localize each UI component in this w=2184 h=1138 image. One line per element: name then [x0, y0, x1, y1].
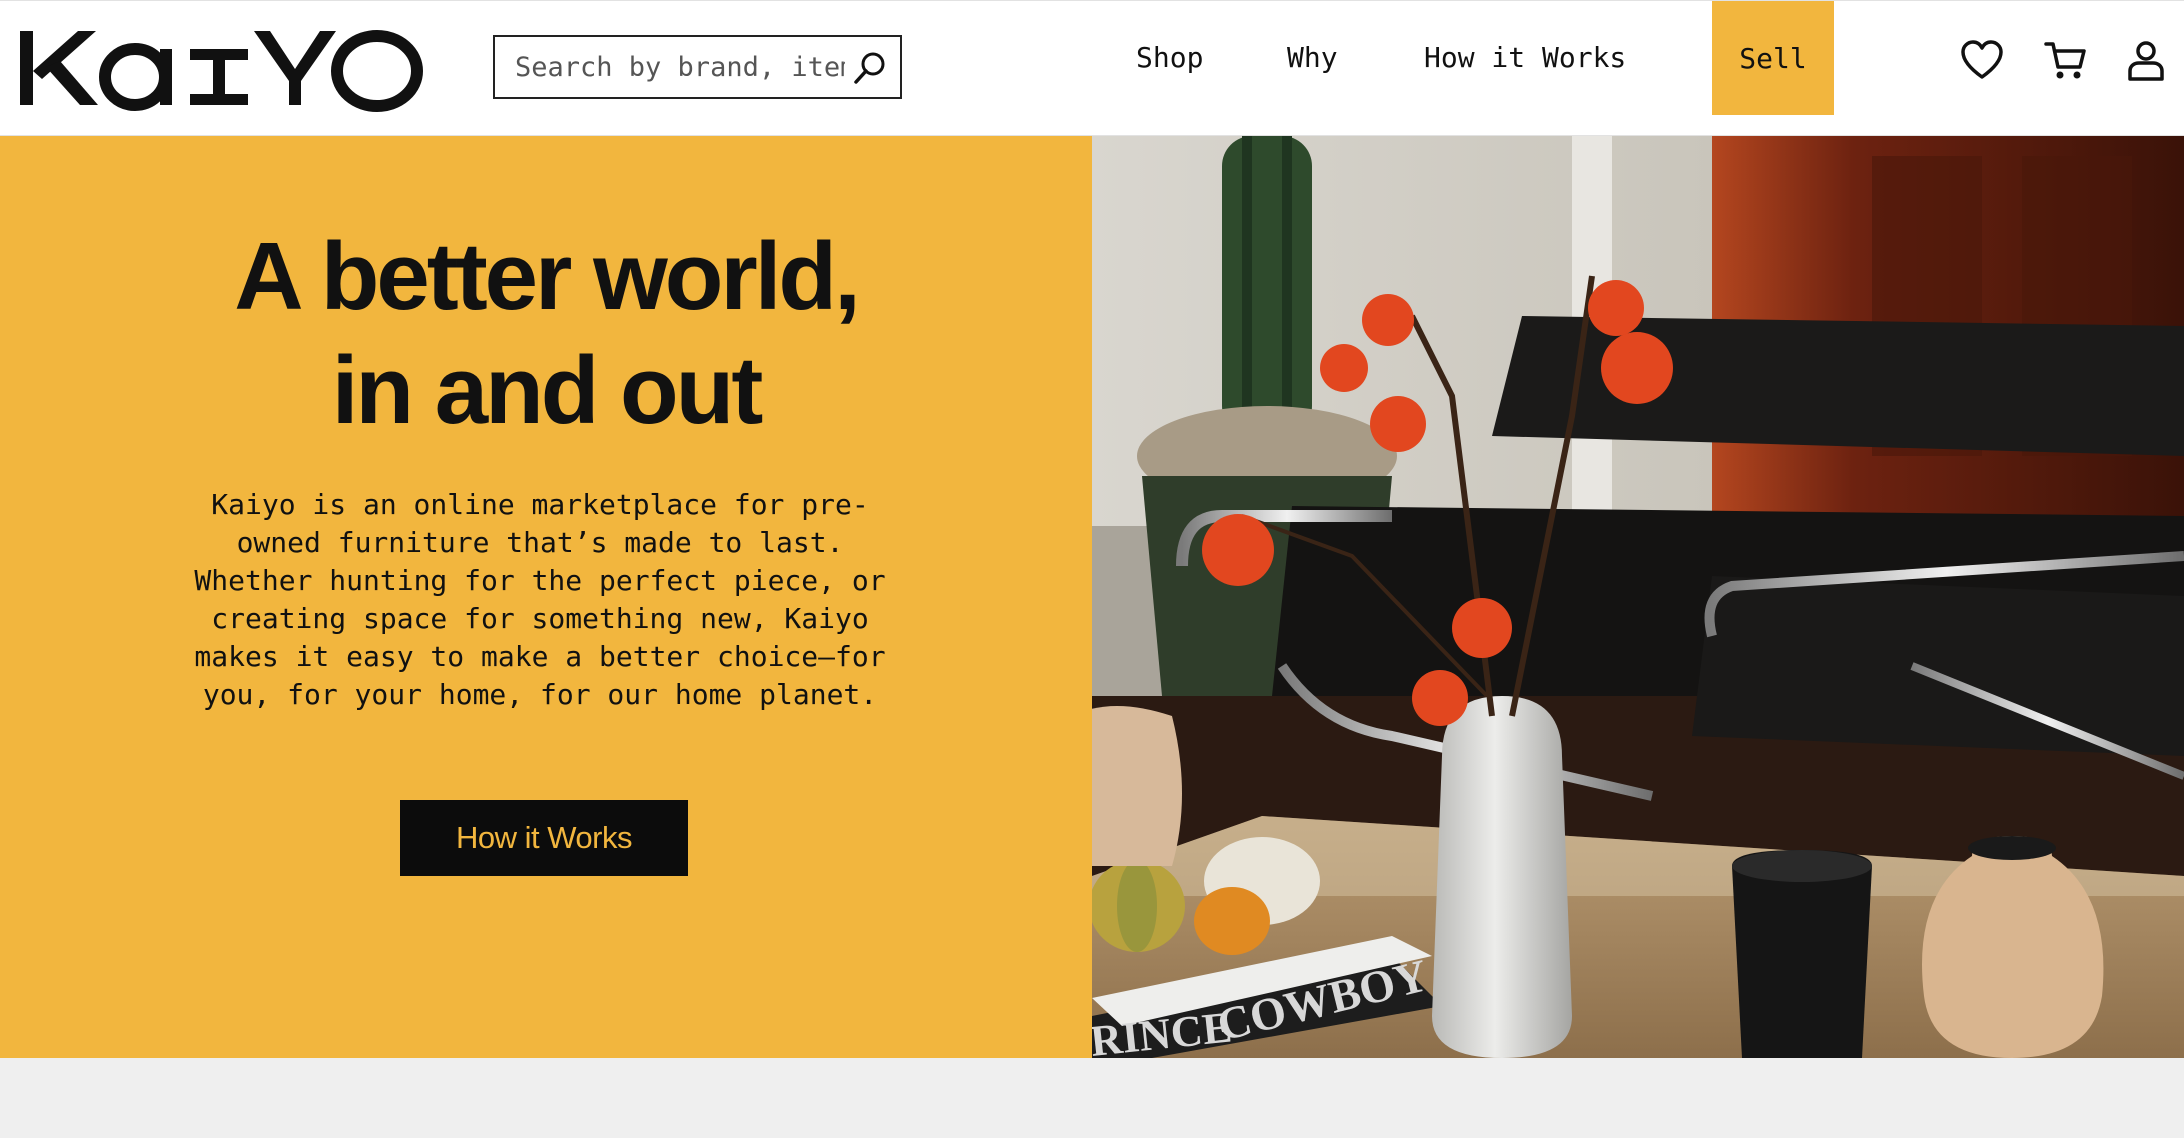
page-footer-area	[0, 1058, 2184, 1138]
nav-why[interactable]: Why	[1287, 41, 1338, 74]
hero-panel: A better world, in and out Kaiyo is an o…	[0, 136, 1092, 1058]
hero-title: A better world, in and out	[0, 220, 1092, 448]
sell-button[interactable]: Sell	[1712, 1, 1834, 115]
hero-title-line1: A better world,	[234, 223, 860, 330]
cart-icon[interactable]	[2044, 39, 2088, 83]
hero-title-line2: in and out	[331, 337, 764, 444]
hero-image: COWBOY RINCE	[1092, 136, 2184, 1058]
how-it-works-button[interactable]: How it Works	[400, 800, 688, 876]
search-box	[493, 35, 902, 99]
living-room-photo: COWBOY RINCE	[1092, 136, 2184, 1058]
nav-how-it-works[interactable]: How it Works	[1424, 41, 1626, 74]
site-header: Shop Why How it Works Sell	[0, 0, 2184, 136]
nav-shop[interactable]: Shop	[1136, 41, 1203, 74]
hero-description: Kaiyo is an online marketplace for pre-o…	[194, 488, 886, 711]
search-icon[interactable]	[852, 50, 888, 86]
heart-icon[interactable]	[1960, 39, 2004, 83]
account-icon[interactable]	[2124, 39, 2168, 83]
kaiyo-logo[interactable]	[20, 21, 425, 113]
search-input[interactable]	[515, 37, 845, 97]
